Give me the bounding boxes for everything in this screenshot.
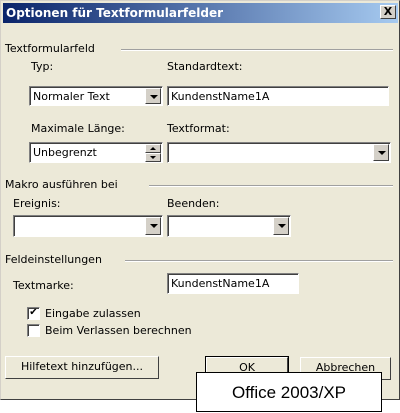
chevron-down-icon — [150, 224, 158, 228]
group-divider — [149, 185, 393, 187]
window-title: Optionen für Textformularfelder — [6, 6, 224, 20]
caption-label: Office 2003/XP — [196, 372, 382, 412]
ereignis-dropdown-button[interactable] — [145, 217, 161, 235]
group-divider — [121, 49, 393, 51]
chevron-down-icon — [150, 95, 158, 99]
typ-label: Typ: — [31, 60, 54, 73]
textmarke-input[interactable]: KundenstName1A — [167, 273, 299, 294]
typ-dropdown-button[interactable] — [145, 88, 161, 104]
textmarke-label: Textmarke: — [13, 279, 74, 292]
group-divider — [125, 260, 393, 262]
standardtext-label: Standardtext: — [167, 60, 243, 73]
arrow-down-icon — [150, 156, 156, 159]
group-label-makro: Makro ausführen bei — [5, 178, 122, 191]
group-label-feldeinstellungen: Feldeinstellungen — [5, 253, 106, 266]
standardtext-value: KundenstName1A — [171, 90, 270, 103]
checkmark-icon: ✔ — [29, 307, 38, 318]
berechnen-label[interactable]: Beim Verlassen berechnen — [45, 324, 192, 337]
close-icon: X — [383, 5, 393, 18]
maxlaenge-value: Unbegrenzt — [33, 146, 97, 159]
spin-down-button[interactable] — [145, 153, 161, 162]
chevron-down-icon — [278, 224, 286, 228]
ereignis-label: Ereignis: — [13, 197, 61, 210]
spin-up-button[interactable] — [145, 144, 161, 153]
group-label-textformularfeld: Textformularfeld — [5, 42, 99, 55]
beenden-dropdown-button[interactable] — [273, 217, 289, 235]
maxlaenge-spinner[interactable]: Unbegrenzt — [29, 142, 163, 163]
textmarke-value: KundenstName1A — [171, 277, 270, 290]
textformat-select[interactable] — [167, 142, 391, 163]
typ-select[interactable]: Normaler Text — [29, 86, 163, 106]
beenden-label: Beenden: — [167, 197, 220, 210]
berechnen-checkbox[interactable] — [27, 324, 40, 337]
maxlaenge-label: Maximale Länge: — [31, 122, 125, 135]
textformat-label: Textformat: — [167, 122, 230, 135]
standardtext-input[interactable]: KundenstName1A — [167, 86, 389, 106]
dialog-window: Optionen für Textformularfelder X Textfo… — [0, 0, 400, 400]
eingabe-checkbox[interactable]: ✔ — [27, 307, 40, 320]
textformat-dropdown-button[interactable] — [373, 144, 389, 161]
arrow-up-icon — [150, 147, 156, 150]
eingabe-label[interactable]: Eingabe zulassen — [45, 307, 141, 320]
chevron-down-icon — [378, 151, 386, 155]
ereignis-select[interactable] — [13, 215, 163, 237]
hilfetext-button[interactable]: Hilfetext hinzufügen... — [5, 356, 159, 379]
title-bar: Optionen für Textformularfelder X — [3, 3, 398, 23]
close-button[interactable]: X — [380, 5, 396, 19]
beenden-select[interactable] — [167, 215, 291, 237]
typ-value: Normaler Text — [33, 90, 110, 103]
